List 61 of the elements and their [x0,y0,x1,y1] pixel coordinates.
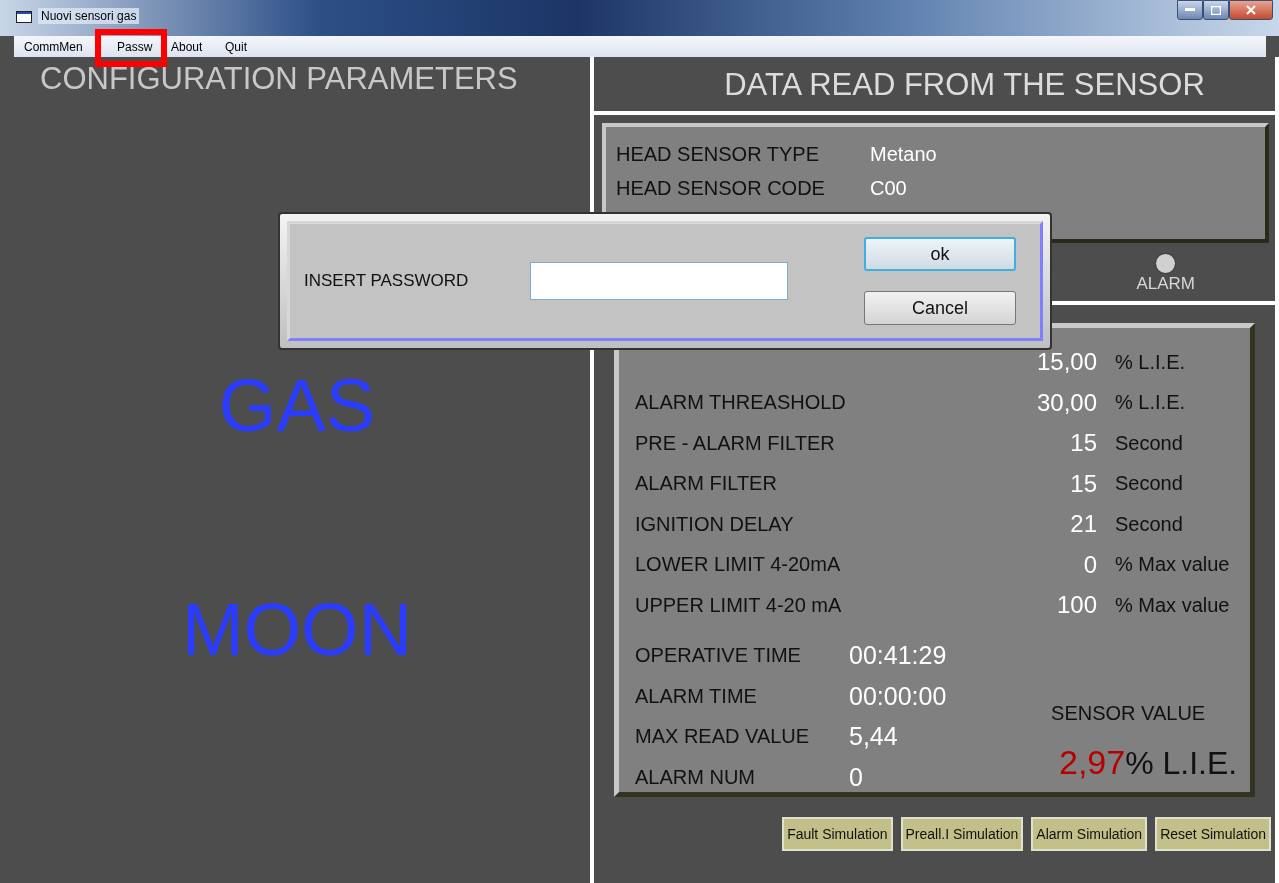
panel-title: DATA READ FROM THE SENSOR [594,57,1275,115]
maximize-button[interactable] [1203,0,1229,20]
parameter-label: IGNITION DELAY [635,512,794,535]
menu-item[interactable]: About [171,39,225,54]
menu-item[interactable]: CommMen [24,39,117,54]
parameter-value: 15 [1069,469,1097,498]
field-label: HEAD SENSOR TYPE [616,143,821,167]
field-label: HEAD SENSOR CODE [616,177,826,201]
panel-title: CONFIGURATION PARAMETERS [39,60,519,97]
indicator-label: ALARM [1136,274,1195,294]
counter-label: OPERATIVE TIME [634,644,802,668]
parameter-label: PRE - ALARM FILTER [635,431,835,454]
parameter-value: 0 [1082,550,1097,579]
counter-value: 00:00:00 [849,681,947,711]
parameter-unit: Second [1114,512,1183,536]
window-icon [16,11,32,23]
field-value: Metano [870,143,937,167]
parameter-label: UPPER LIMIT 4-20 mA [635,593,842,616]
minimize-button[interactable] [1177,0,1203,20]
close-icon [1246,5,1256,15]
parameter-label: ALARM THREASHOLD [635,391,846,414]
gas-name: GAS [218,369,376,443]
counter-label: MAX READ VALUE [634,725,811,749]
parameter-value: 15 [1069,429,1097,458]
password-label: INSERT PASSWORD [304,271,470,291]
maximize-icon [1211,5,1221,15]
menu-item[interactable]: Passw [117,39,171,54]
parameter-value: 21 [1069,510,1097,539]
window-title: Nuovi sensori gas [38,8,140,24]
minimize-icon [1185,8,1195,12]
sensor-unit: % L.I.E. [1125,744,1238,781]
parameter-unit: % Max value [1114,593,1230,617]
field-value: C00 [870,177,907,201]
parameter-label: ALARM FILTER [635,472,777,495]
dialog-button[interactable]: ok [864,237,1016,271]
password-field[interactable] [530,262,788,300]
simulation-button[interactable]: Alarm Simulation [1031,817,1148,851]
counter-value: 5,44 [849,722,898,752]
menu-item[interactable]: Quit [225,39,279,54]
dialog-button[interactable]: Cancel [864,291,1016,325]
simulation-button[interactable]: Fault Simulation [782,817,893,851]
parameter-unit: Second [1114,472,1183,496]
parameter-label: LOWER LIMIT 4-20mA [635,553,841,576]
parameter-value: 30,00 [1035,388,1097,417]
highlight-overlay [95,29,167,67]
simulation-button[interactable]: Reset Simulation [1155,817,1271,851]
parameter-value: 15,00 [1035,348,1097,377]
gas-name: MOON [181,593,413,667]
parameter-unit: % L.I.E. [1114,391,1186,415]
parameter-unit: % L.I.E. [1114,350,1186,374]
counter-label: ALARM TIME [634,684,758,708]
parameter-value: 100 [1055,591,1097,620]
counter-value: 0 [849,762,863,792]
sensor-value-label: SENSOR VALUE [1051,701,1206,725]
counter-value: 00:41:29 [849,641,947,671]
counter-label: ALARM NUM [634,765,756,789]
simulation-button[interactable]: Preall.I Simulation [900,817,1024,851]
parameter-unit: % Max value [1114,553,1230,577]
close-button[interactable] [1229,0,1273,20]
parameter-unit: Second [1114,431,1183,455]
sensor-reading: 2,97 [1059,742,1126,781]
